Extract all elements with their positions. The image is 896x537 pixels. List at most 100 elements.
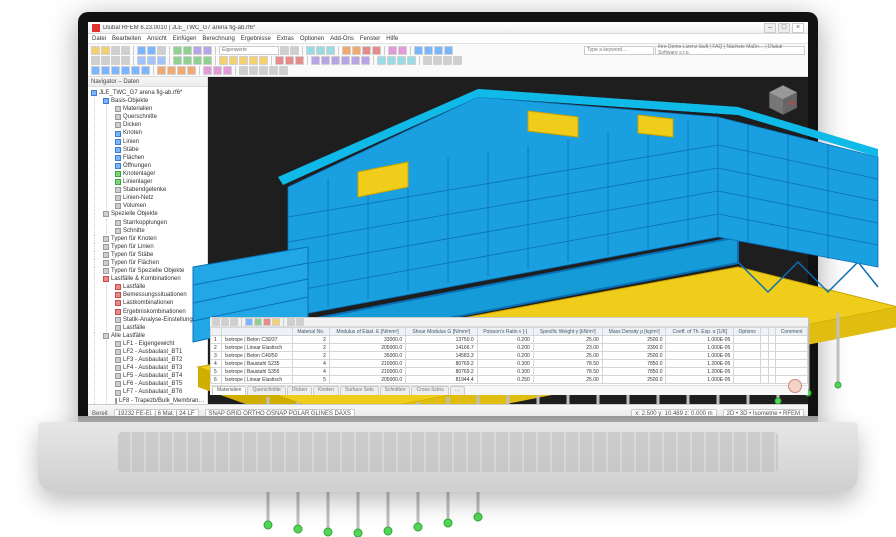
toolbar-button[interactable]: [249, 56, 258, 65]
menu-einfügen[interactable]: Einfügen: [173, 36, 197, 42]
toolbar-button[interactable]: [453, 56, 462, 65]
toolbar-button[interactable]: [245, 318, 253, 326]
toolbar-button[interactable]: [285, 56, 294, 65]
col-header[interactable]: Comment: [776, 328, 808, 336]
tree-node[interactable]: Lastkombinationen: [115, 299, 204, 307]
assistant-avatar[interactable]: [788, 379, 802, 393]
toolbar-button[interactable]: [254, 318, 262, 326]
tab-surface sets[interactable]: Surface Sets: [340, 386, 379, 395]
table-cell[interactable]: 205000.0: [329, 376, 405, 384]
tree-node[interactable]: Öffnungen: [115, 162, 204, 170]
menu-ergebnisse[interactable]: Ergebnisse: [241, 36, 271, 42]
toolbar-button[interactable]: [147, 56, 156, 65]
table-cell[interactable]: 1.000E-05: [666, 376, 734, 384]
toolbar-button[interactable]: [157, 66, 166, 75]
toolbar-button[interactable]: [296, 318, 304, 326]
table-cell[interactable]: [776, 360, 808, 368]
table-cell[interactable]: 1.000E-05: [666, 344, 734, 352]
toolbar-button[interactable]: [111, 56, 120, 65]
toolbar-button[interactable]: [397, 56, 406, 65]
toolbar-button[interactable]: [173, 56, 182, 65]
table-cell[interactable]: [760, 376, 768, 384]
table-cell[interactable]: 1.000E-05: [666, 336, 734, 344]
table-cell[interactable]: 80769.2: [406, 360, 478, 368]
tree-node[interactable]: Lastfälle: [115, 283, 204, 291]
table-cell[interactable]: Isotrope | Beton C30/37: [221, 336, 292, 344]
tree-node[interactable]: Linien-Netz: [115, 194, 204, 202]
navigation-cube[interactable]: +X: [766, 83, 800, 117]
table-cell[interactable]: 1: [211, 336, 222, 344]
toolbar-button[interactable]: [398, 46, 407, 55]
toolbar-button[interactable]: [361, 56, 370, 65]
toolbar-button[interactable]: [269, 66, 278, 75]
toolbar-button[interactable]: [91, 66, 100, 75]
toolbar-button[interactable]: [131, 66, 140, 75]
tree-node[interactable]: Materialien: [115, 105, 204, 113]
tree-node[interactable]: LF7 - Ausbaulast_BT6: [115, 388, 204, 396]
col-header[interactable]: Specific Weight γ [kN/m³]: [533, 328, 602, 336]
table-cell[interactable]: [768, 344, 776, 352]
toolbar-button[interactable]: [121, 56, 130, 65]
tree-node[interactable]: Typen für Stäbe: [103, 251, 204, 259]
table-cell[interactable]: [768, 336, 776, 344]
table-cell[interactable]: [734, 336, 761, 344]
table-cell[interactable]: 205000.0: [329, 344, 405, 352]
toolbar-button[interactable]: [280, 46, 289, 55]
toolbar-button[interactable]: [213, 66, 222, 75]
col-header[interactable]: [768, 328, 776, 336]
toolbar-button[interactable]: [311, 56, 320, 65]
toolbar-button[interactable]: [111, 66, 120, 75]
tree-node[interactable]: Knoten: [115, 129, 204, 137]
toolbar-button[interactable]: [272, 318, 280, 326]
table-cell[interactable]: 0.200: [477, 336, 533, 344]
window-close-button[interactable]: ×: [792, 23, 804, 33]
table-cell[interactable]: 3: [211, 352, 222, 360]
table-cell[interactable]: Isotrope | Linear Elastisch: [221, 376, 292, 384]
tree-node[interactable]: LF5 - Ausbaulast_BT4: [115, 372, 204, 380]
toolbar-button[interactable]: [316, 46, 325, 55]
menu-ansicht[interactable]: Ansicht: [147, 36, 167, 42]
toolbar-button[interactable]: [183, 56, 192, 65]
tree-node[interactable]: Typen für Spezielle Objekte: [103, 267, 204, 275]
menu-datei[interactable]: Datei: [92, 36, 106, 42]
toolbar-button[interactable]: [295, 56, 304, 65]
table-cell[interactable]: 25.00: [533, 336, 602, 344]
toolbar-button[interactable]: [229, 56, 238, 65]
toolbar-button[interactable]: [263, 318, 271, 326]
table-cell[interactable]: 2500.0: [602, 336, 666, 344]
tree-node[interactable]: Lastfälle: [115, 324, 204, 332]
table-cell[interactable]: 1.200E-05: [666, 368, 734, 376]
tab-schnitten[interactable]: Schnitten: [380, 386, 411, 395]
toolbar-button[interactable]: [101, 46, 110, 55]
table-cell[interactable]: [776, 344, 808, 352]
toolbar-button[interactable]: [239, 56, 248, 65]
tree-node[interactable]: Starrkopplungen: [115, 219, 204, 227]
tree-node[interactable]: Basis-Objekte: [103, 97, 204, 105]
tree-node[interactable]: Typen für Knoten: [103, 235, 204, 243]
tree-node[interactable]: Lastfälle & Kombinationen: [103, 275, 204, 283]
table-cell[interactable]: 0.300: [477, 368, 533, 376]
table-cell[interactable]: [776, 368, 808, 376]
table-cell[interactable]: [734, 360, 761, 368]
toolbar-button[interactable]: [137, 56, 146, 65]
tree-node[interactable]: Ergebniskombinationen: [115, 308, 204, 316]
toolbar-button[interactable]: [259, 66, 268, 75]
tab-knoten[interactable]: Knoten: [313, 386, 339, 395]
table-cell[interactable]: [776, 336, 808, 344]
tree-node[interactable]: LF1 - Eigengewicht: [115, 340, 204, 348]
toolbar-button[interactable]: [91, 56, 100, 65]
table-cell[interactable]: [760, 344, 768, 352]
toolbar-button[interactable]: [193, 56, 202, 65]
table-row[interactable]: 1Isotrope | Beton C30/37233000.013750.00…: [211, 336, 808, 344]
toolbar-button[interactable]: [287, 318, 295, 326]
tab-querschnitte[interactable]: Querschnitte: [247, 386, 285, 395]
toolbar-button[interactable]: [423, 56, 432, 65]
table-cell[interactable]: 2500.0: [602, 376, 666, 384]
col-header[interactable]: Mass Density ρ [kg/m³]: [602, 328, 666, 336]
col-header[interactable]: [211, 328, 222, 336]
tab-…[interactable]: …: [450, 386, 465, 395]
toolbar-button[interactable]: [173, 46, 182, 55]
toolbar-button[interactable]: [157, 46, 166, 55]
table-cell[interactable]: [734, 376, 761, 384]
toolbar-button[interactable]: [259, 56, 268, 65]
